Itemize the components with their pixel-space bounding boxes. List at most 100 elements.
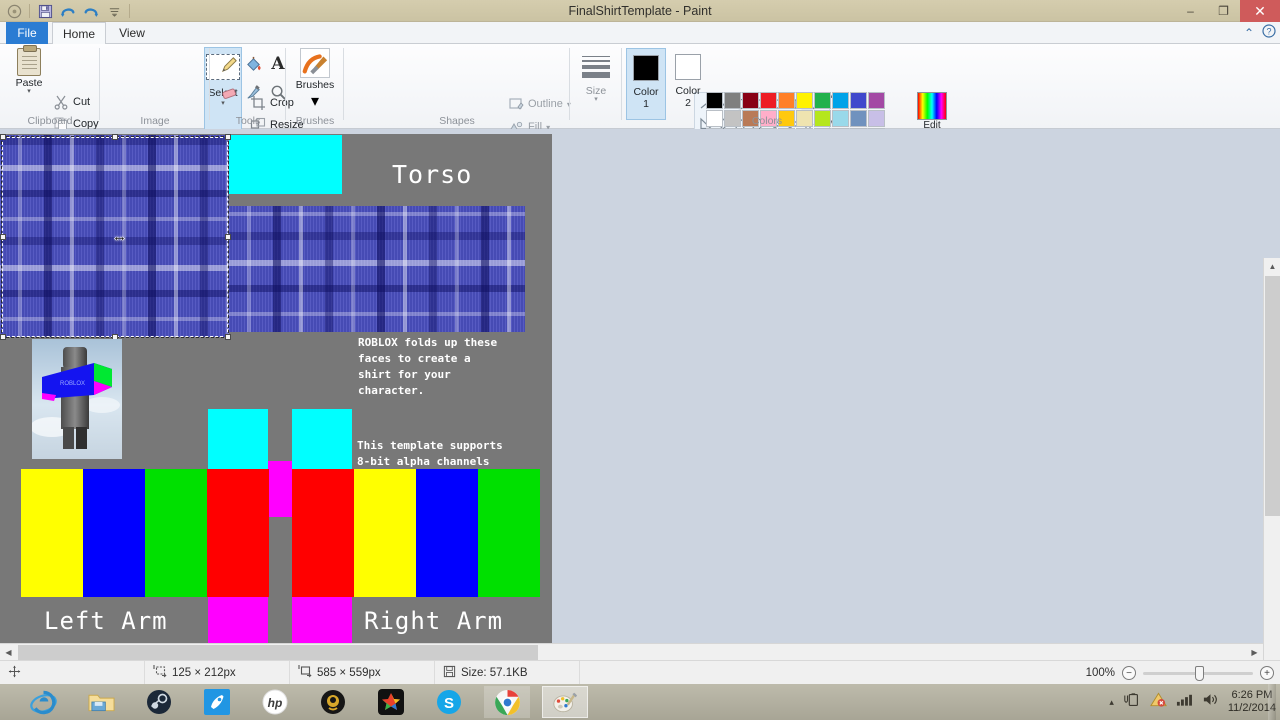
brushes-button[interactable]: Brushes ▾ (296, 48, 334, 111)
volume-icon[interactable] (1202, 692, 1219, 712)
palette-swatch-1-4[interactable] (760, 92, 777, 109)
scissors-icon (53, 94, 69, 110)
close-button[interactable]: ✕ (1240, 0, 1280, 22)
vertical-scroll-thumb[interactable] (1265, 276, 1280, 516)
zoom-out-button[interactable]: − (1122, 666, 1136, 680)
selection-handle-n[interactable] (112, 134, 118, 140)
status-cursor-position (0, 660, 145, 685)
taskbar-rocket-app[interactable] (194, 686, 240, 718)
taskbar-dark-app[interactable] (310, 686, 356, 718)
image-canvas[interactable]: Torso ROBLOX folds up these faces to cre… (0, 134, 552, 659)
battery-icon[interactable] (1123, 692, 1141, 713)
show-desktop-button[interactable] (1268, 684, 1276, 720)
scroll-right-icon[interactable]: ▶ (1246, 644, 1263, 661)
palette-swatch-1-1[interactable] (706, 92, 723, 109)
pencil-icon[interactable] (216, 52, 242, 76)
taskbar-paint[interactable] (542, 686, 588, 718)
cut-button[interactable]: Cut (53, 92, 90, 112)
title-bar: FinalShirtTemplate - Paint – ❐ ✕ (0, 0, 1280, 22)
tab-home[interactable]: Home (52, 22, 106, 44)
horizontal-scroll-thumb[interactable] (18, 645, 538, 660)
selection-handle-se[interactable] (225, 334, 231, 340)
selection-handle-nw[interactable] (0, 134, 6, 140)
zoom-slider[interactable] (1143, 665, 1253, 681)
paste-dropdown-carat[interactable]: ▾ (27, 88, 31, 95)
palette-swatch-1-3[interactable] (742, 92, 759, 109)
palette-swatch-1-6[interactable] (796, 92, 813, 109)
size-button[interactable]: Size ▾ (574, 56, 618, 103)
zoom-in-button[interactable]: + (1260, 666, 1274, 680)
cut-label: Cut (73, 96, 91, 108)
selection-size-icon (153, 664, 167, 681)
taskbar-steam[interactable] (136, 686, 182, 718)
paint-window: FinalShirtTemplate - Paint – ❐ ✕ File Ho… (0, 0, 1280, 720)
palette-row-1[interactable] (706, 92, 885, 109)
taskbar-hp[interactable]: hp (252, 686, 298, 718)
status-bar: 125 × 212px 585 × 559px Size: 57.1KB 100… (0, 660, 1280, 685)
zoom-controls[interactable]: 100% − + (1086, 661, 1274, 685)
file-size-icon (443, 665, 456, 681)
palette-swatch-1-7[interactable] (814, 92, 831, 109)
ribbon-group-colors: Color 1 Color 2 Edit colors Colors (622, 44, 962, 145)
svg-text:S: S (444, 695, 454, 712)
taskbar-google-chrome[interactable] (484, 686, 530, 718)
torso-label: Torso (392, 160, 473, 189)
color1-swatch (633, 55, 659, 81)
right-arm-swatch-blue (416, 469, 478, 597)
right-arm-swatch-green (478, 469, 540, 597)
crosshair-icon (8, 665, 21, 681)
group-label-shapes: Shapes (439, 115, 475, 127)
left-arm-cyan-block (208, 409, 268, 469)
size-dropdown-carat[interactable]: ▾ (594, 96, 598, 103)
eraser-icon[interactable] (216, 80, 242, 104)
selection-handle-ne[interactable] (225, 134, 231, 140)
show-hidden-icons-button[interactable]: ▴ (1109, 697, 1114, 708)
brushes-dropdown-carat[interactable]: ▾ (311, 91, 319, 111)
taskbar-file-explorer[interactable] (78, 686, 124, 718)
outline-button[interactable]: Outline ▾ (508, 94, 571, 114)
brushes-label: Brushes (295, 79, 335, 91)
torso-cyan-block (229, 135, 342, 194)
ribbon-group-size: Size ▾ (570, 44, 622, 129)
selection-handle-w[interactable] (0, 234, 6, 240)
canvas-area[interactable]: Torso ROBLOX folds up these faces to cre… (0, 134, 552, 659)
palette-swatch-1-5[interactable] (778, 92, 795, 109)
zoom-slider-thumb[interactable] (1195, 665, 1204, 681)
maximize-button[interactable]: ❐ (1207, 0, 1240, 22)
network-icon[interactable] (1176, 692, 1193, 712)
taskbar-internet-explorer[interactable] (20, 686, 66, 718)
scroll-left-icon[interactable]: ◀ (0, 644, 17, 661)
palette-swatch-1-9[interactable] (850, 92, 867, 109)
selection-handle-e[interactable] (225, 234, 231, 240)
taskbar-skype[interactable]: S (426, 686, 472, 718)
ribbon: Paste ▾ Cut Copy Clipboard Sel (0, 44, 1280, 153)
outline-label: Outline (528, 98, 563, 110)
palette-swatch-1-2[interactable] (724, 92, 741, 109)
vertical-scrollbar[interactable]: ▲ ▼ (1263, 258, 1280, 720)
color2-number: 2 (685, 97, 691, 109)
color1-number: 1 (643, 98, 649, 110)
right-arm-swatch-yellow (354, 469, 416, 597)
size-icon (582, 56, 610, 78)
scroll-up-icon[interactable]: ▲ (1264, 258, 1280, 275)
action-center-icon[interactable] (1149, 691, 1167, 713)
paste-button[interactable]: Paste ▾ (7, 45, 51, 95)
palette-swatch-1-10[interactable] (868, 92, 885, 109)
ribbon-group-brushes: Brushes ▾ Brushes (286, 44, 344, 129)
help-icon[interactable]: ? (1262, 24, 1276, 41)
left-arm-strip (21, 469, 269, 597)
palette-swatch-1-8[interactable] (832, 92, 849, 109)
tab-file[interactable]: File (6, 22, 48, 44)
horizontal-scrollbar[interactable]: ◀ ▶ (0, 643, 1263, 661)
color2-button[interactable]: Color 2 (668, 48, 708, 120)
taskbar-colorful-app[interactable] (368, 686, 414, 718)
color-picker-icon[interactable] (240, 80, 266, 104)
tab-view[interactable]: View (110, 22, 154, 44)
color1-button[interactable]: Color 1 (626, 48, 666, 120)
left-arm-label: Left Arm (44, 607, 168, 635)
minimize-button[interactable]: – (1174, 0, 1207, 22)
selection-handle-sw[interactable] (0, 334, 6, 340)
color2-label: Color (675, 85, 701, 97)
fill-with-color-icon[interactable] (240, 52, 266, 76)
collapse-ribbon-icon[interactable]: ⌃ (1244, 26, 1254, 40)
